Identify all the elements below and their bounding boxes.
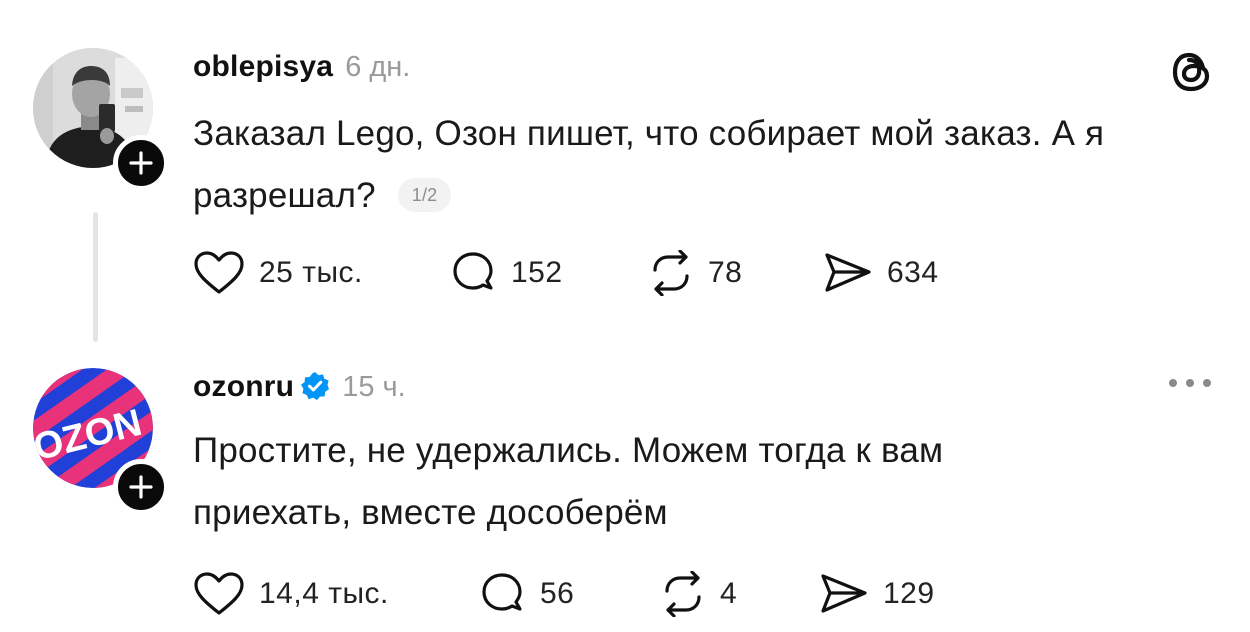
thread-connector-line xyxy=(93,212,98,342)
post-text: Простите, не удержались. Можем тогда к в… xyxy=(193,420,1093,544)
post-actions: 14,4 тыс. 56 4 129 xyxy=(193,569,993,619)
follow-button[interactable] xyxy=(113,135,169,191)
plus-icon xyxy=(129,151,153,175)
post-text: Заказал Lego, Озон пишет, что собирает м… xyxy=(193,103,1223,227)
like-count: 14,4 тыс. xyxy=(259,577,389,610)
post-body: Заказал Lego, Озон пишет, что собирает м… xyxy=(193,114,1105,215)
reply-count: 56 xyxy=(540,577,575,610)
username[interactable]: oblepisya xyxy=(193,50,333,84)
share-count: 634 xyxy=(887,256,939,289)
repost-icon xyxy=(653,250,689,296)
repost-count: 78 xyxy=(708,256,743,289)
share-count: 129 xyxy=(883,577,935,610)
post-time: 6 дн. xyxy=(345,51,411,83)
heart-icon xyxy=(194,251,244,294)
follow-button[interactable] xyxy=(113,459,169,515)
share-icon xyxy=(825,253,871,292)
repost-button[interactable]: 4 xyxy=(660,569,737,619)
post-header: ozonru 15 ч. xyxy=(193,366,406,404)
share-icon xyxy=(821,574,867,613)
verified-icon xyxy=(301,372,330,400)
post-header: oblepisya 6 дн. xyxy=(193,50,410,84)
like-button[interactable]: 14,4 тыс. xyxy=(193,569,389,619)
repost-count: 4 xyxy=(720,577,738,610)
comment-icon xyxy=(453,252,493,290)
post-body: Простите, не удержались. Можем тогда к в… xyxy=(193,431,944,532)
repost-icon xyxy=(665,571,701,617)
threads-feed: oblepisya 6 дн. Заказал Lego, Озон пишет… xyxy=(0,0,1250,632)
share-button[interactable]: 634 xyxy=(823,248,939,298)
page-indicator: 1/2 xyxy=(397,178,452,212)
repost-button[interactable]: 78 xyxy=(648,248,742,298)
reply-button[interactable]: 152 xyxy=(451,248,563,298)
more-icon[interactable] xyxy=(1165,370,1215,396)
plus-icon xyxy=(129,475,153,499)
username[interactable]: ozonru xyxy=(193,370,294,404)
share-button[interactable]: 129 xyxy=(819,569,935,619)
reply-button[interactable]: 56 xyxy=(480,569,574,619)
post-time: 15 ч. xyxy=(342,371,406,403)
comment-icon xyxy=(482,573,522,611)
reply-count: 152 xyxy=(511,256,563,289)
like-count: 25 тыс. xyxy=(259,256,363,289)
post-actions: 25 тыс. 152 78 634 xyxy=(193,248,993,298)
like-button[interactable]: 25 тыс. xyxy=(193,248,363,298)
heart-icon xyxy=(194,572,244,615)
threads-logo-icon[interactable] xyxy=(1170,48,1214,96)
